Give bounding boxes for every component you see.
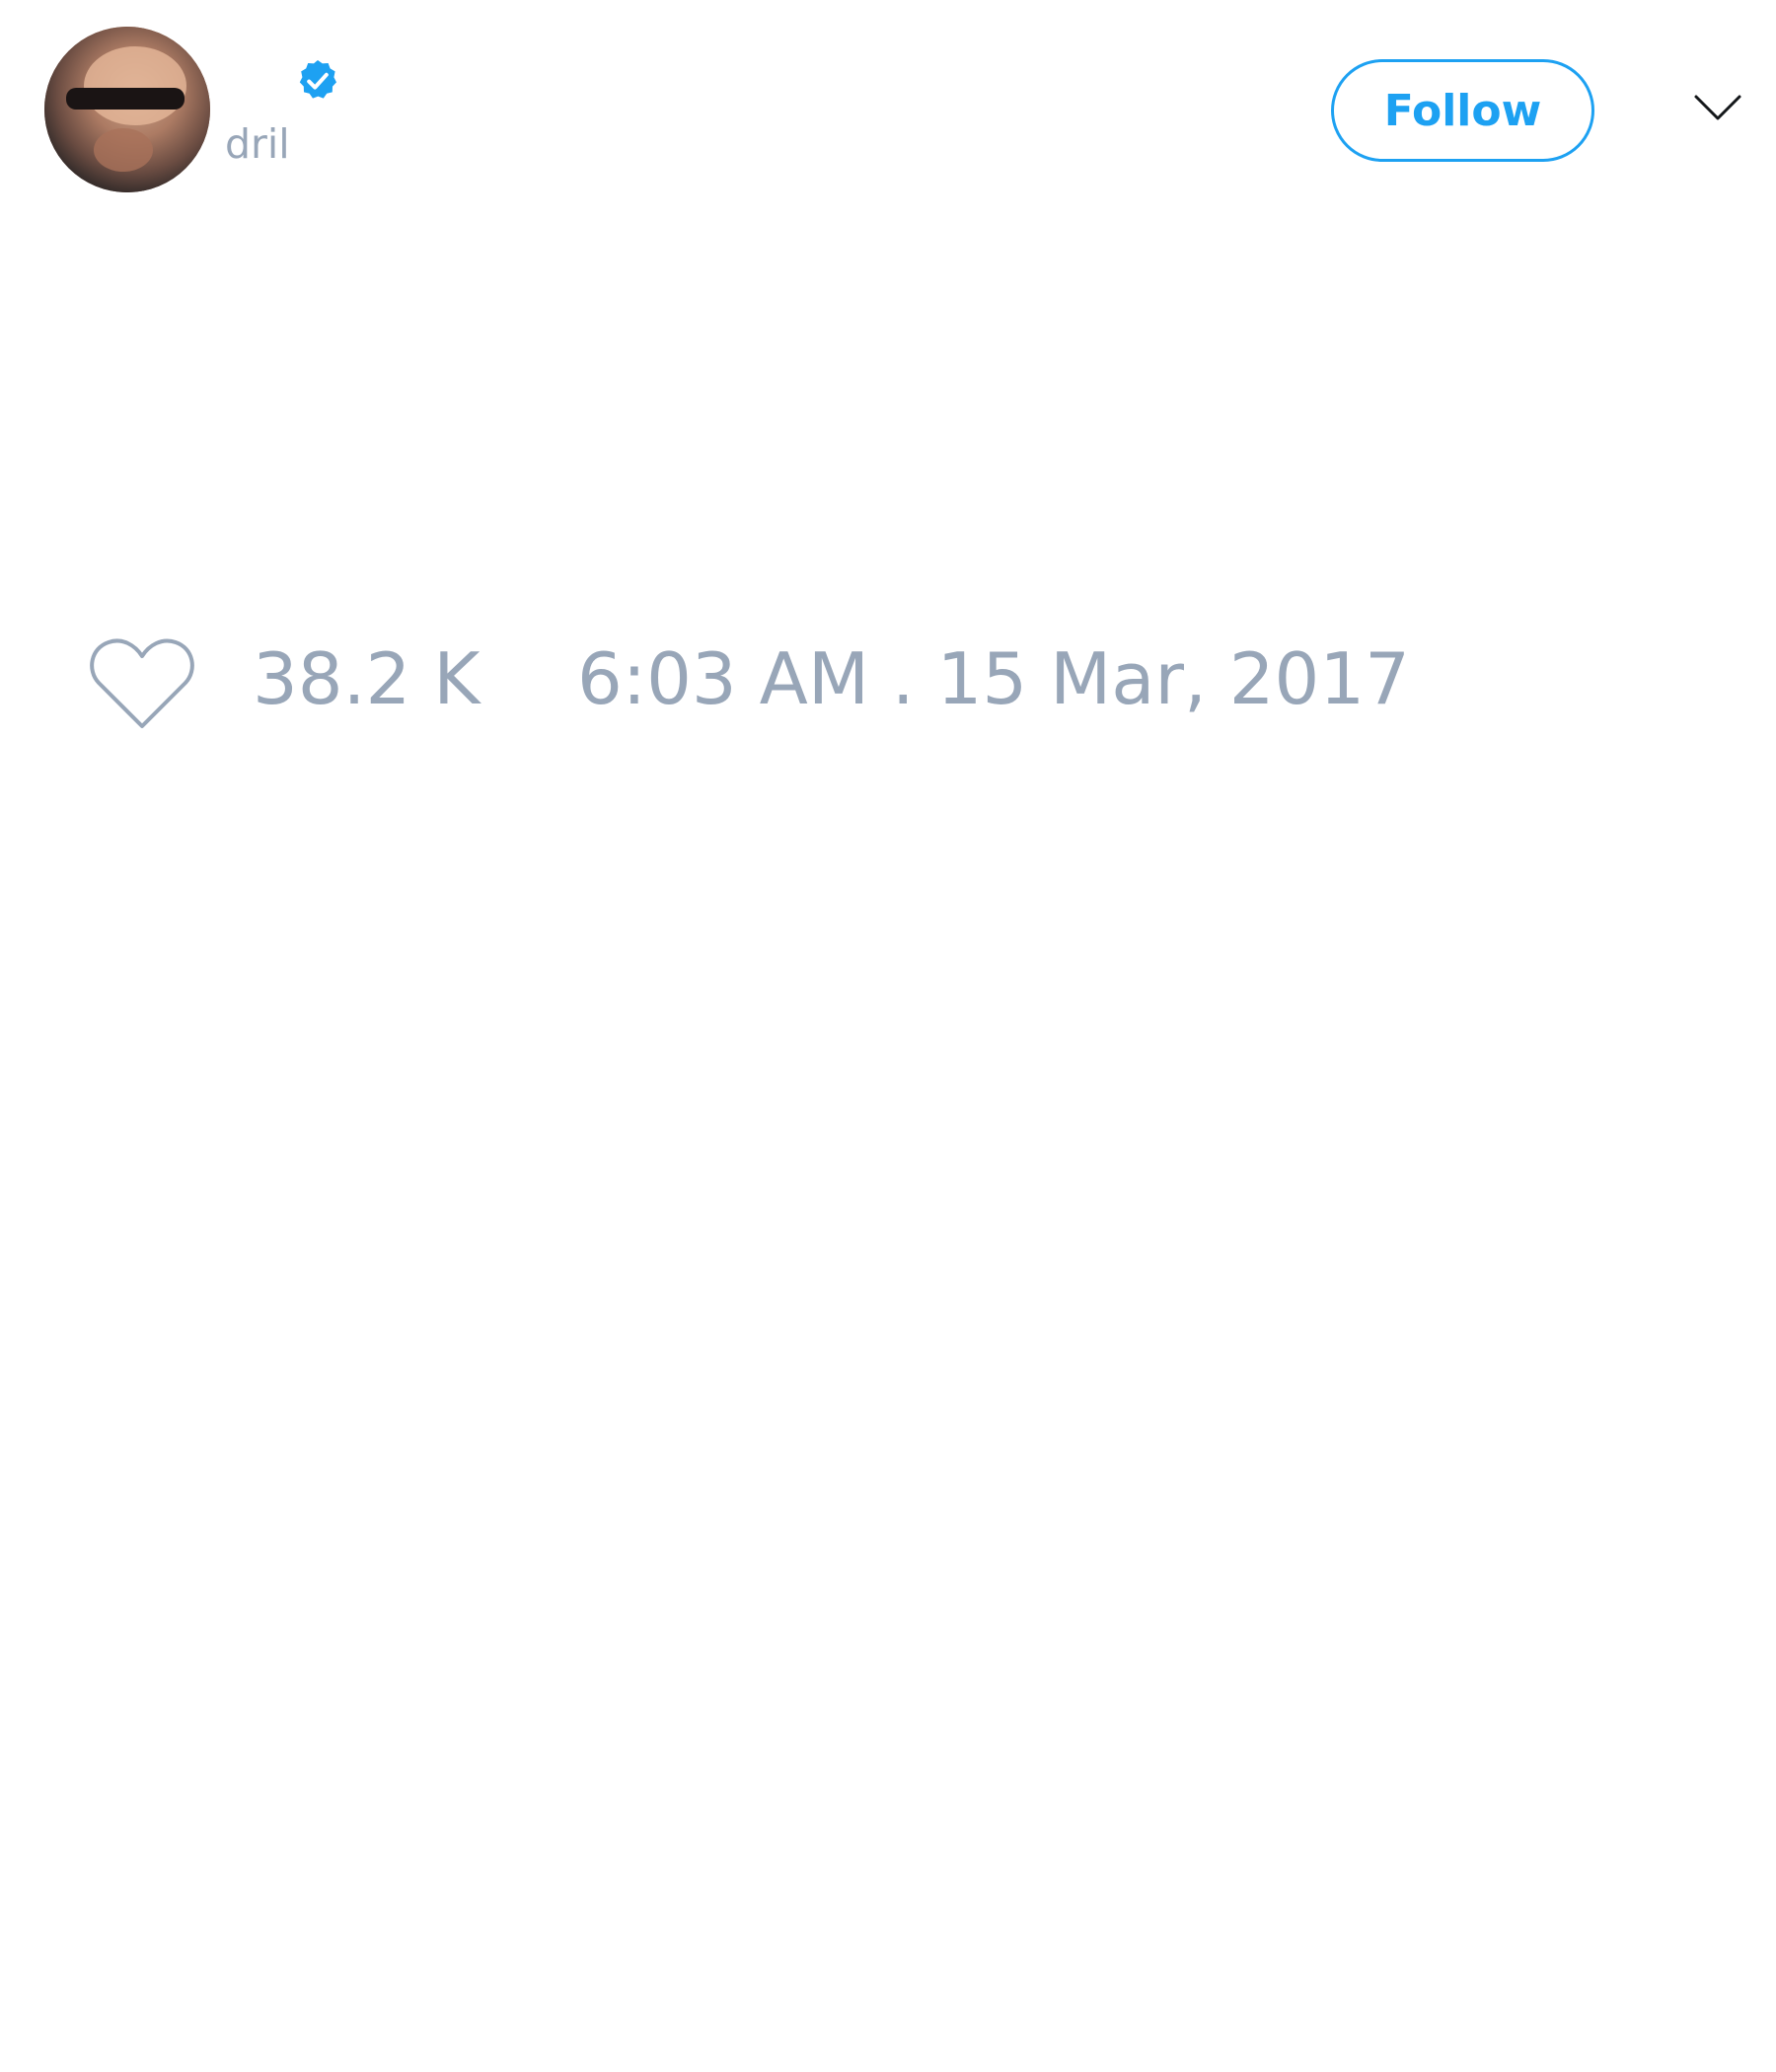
heart-icon[interactable] (89, 636, 195, 731)
avatar[interactable] (44, 27, 210, 192)
chevron-down-icon[interactable] (1693, 93, 1742, 122)
avatar-image (44, 27, 210, 192)
follow-button[interactable]: Follow (1331, 59, 1594, 162)
like-count: 38.2 K (253, 637, 481, 720)
tweet-timestamp[interactable]: 6:03 AM . 15 Mar, 2017 (577, 643, 1410, 714)
verified-badge-icon (299, 60, 336, 99)
author-handle[interactable]: dril (225, 124, 290, 165)
